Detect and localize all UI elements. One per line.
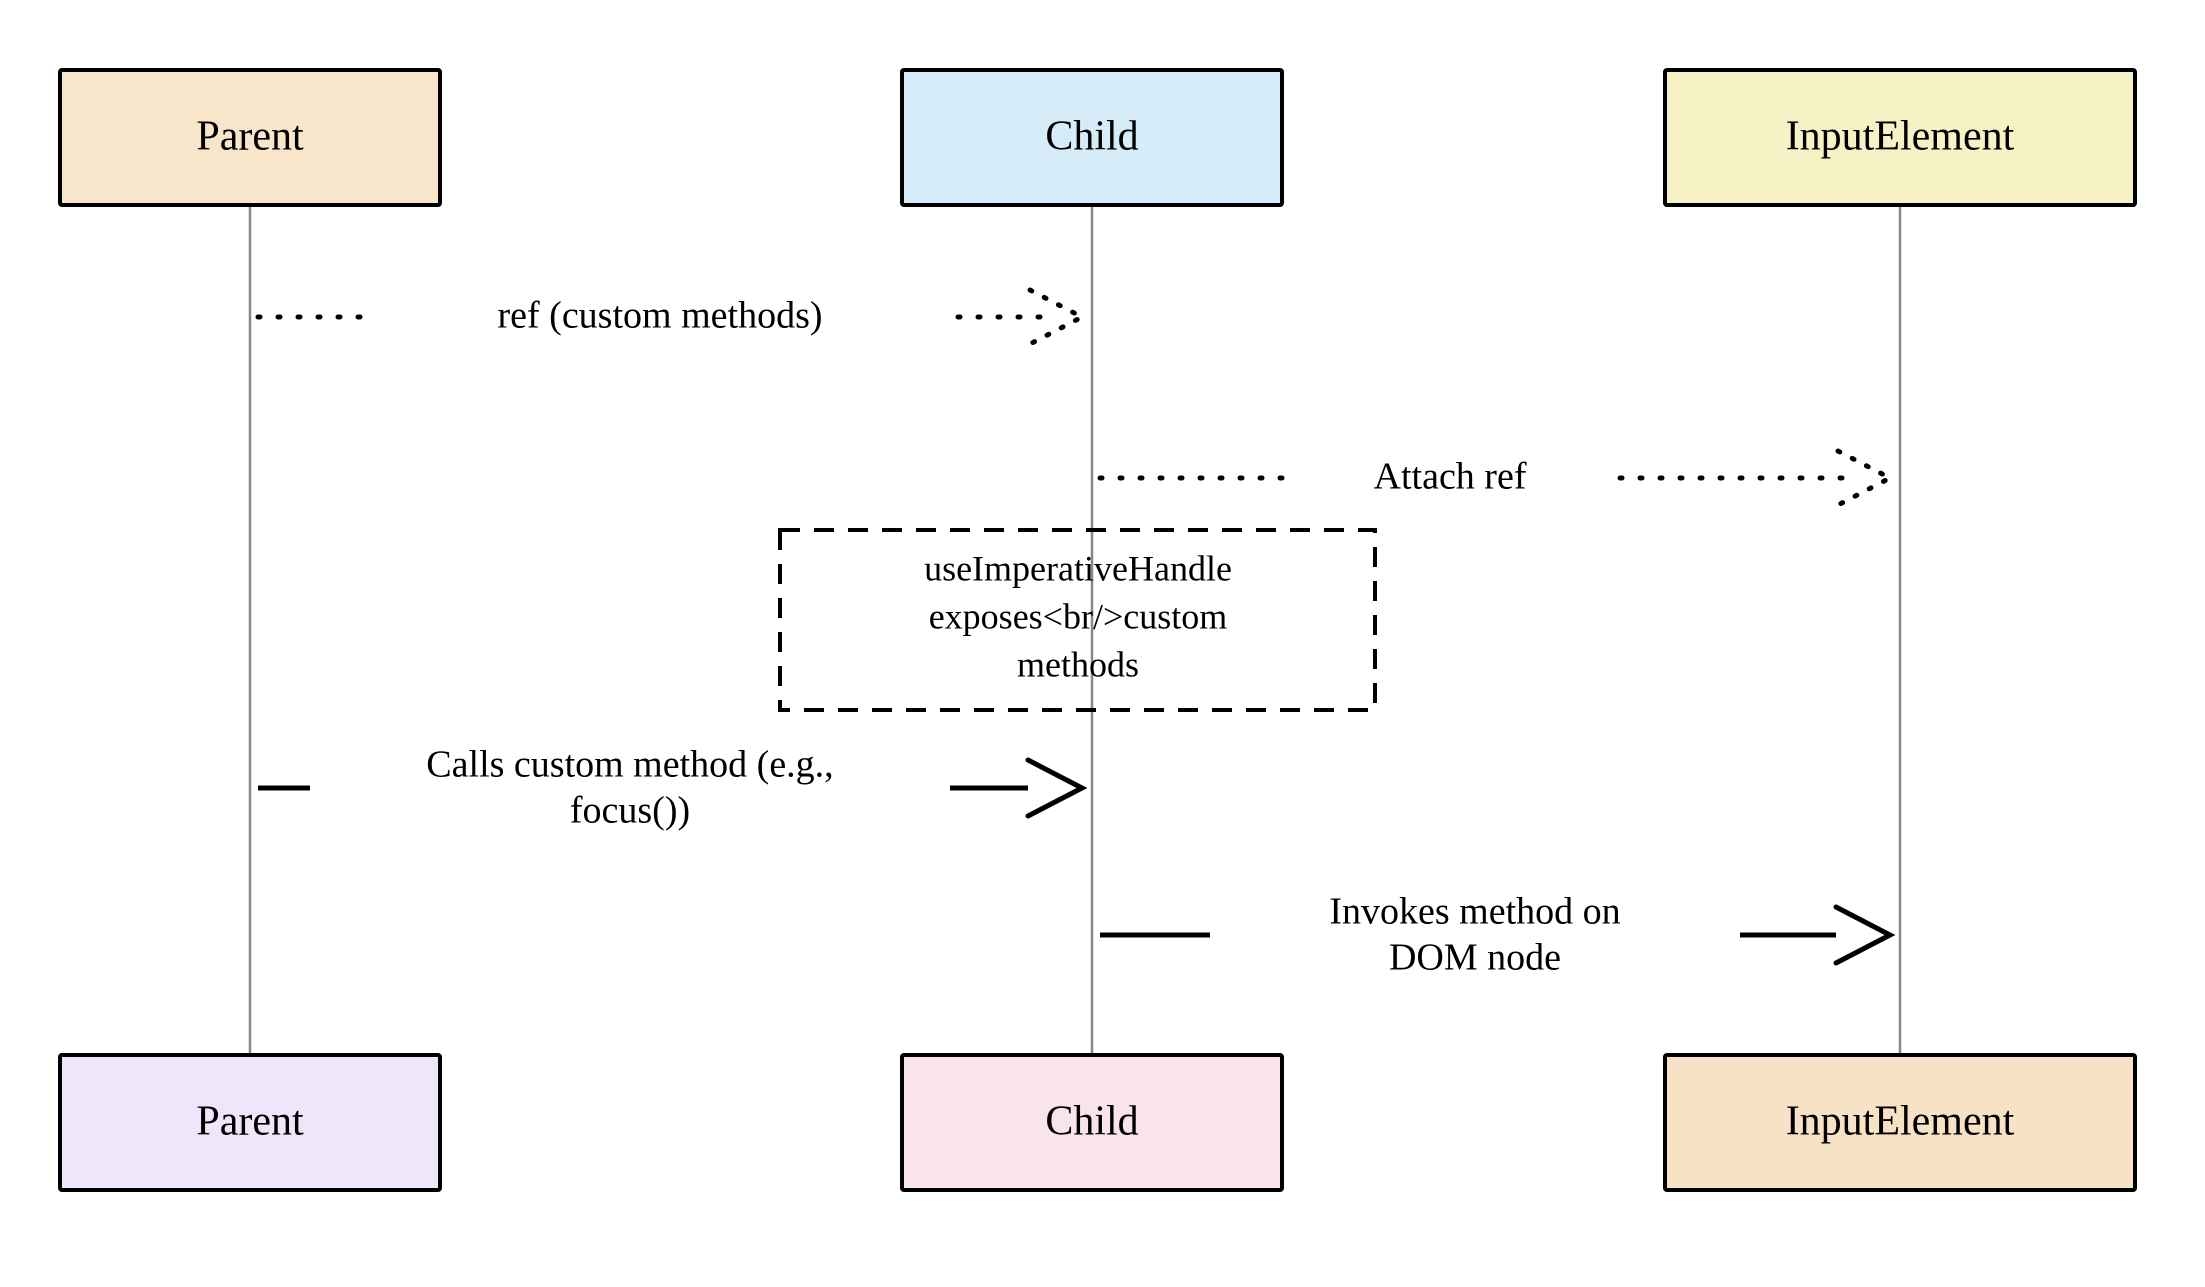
sequence-diagram: Parent Child InputElement ref (custom me… — [0, 0, 2205, 1287]
message-3-label-line1: Calls custom method (e.g., — [426, 744, 833, 786]
actor-child-top: Child — [902, 70, 1282, 205]
message-attach-ref: Attach ref — [1100, 451, 1890, 505]
message-invokes-method: Invokes method on DOM node — [1100, 887, 1890, 983]
actor-inputelement-top: InputElement — [1665, 70, 2135, 205]
actor-parent-bottom: Parent — [60, 1055, 440, 1190]
actor-child-label-top: Child — [1045, 114, 1138, 160]
message-1-label: ref (custom methods) — [497, 295, 822, 337]
message-2-label: Attach ref — [1374, 456, 1527, 498]
message-4-label-line1: Invokes method on — [1329, 891, 1620, 933]
message-4-label-line2: DOM node — [1389, 937, 1561, 979]
message-3-label-line2: focus()) — [570, 790, 690, 832]
actor-parent-top: Parent — [60, 70, 440, 205]
note-line-2: exposes<br/>custom — [929, 596, 1228, 636]
message-calls-custom-method: Calls custom method (e.g., focus()) — [258, 740, 1082, 836]
actor-inputelement-bottom: InputElement — [1665, 1055, 2135, 1190]
actor-inputelement-label-top: InputElement — [1786, 114, 2015, 160]
note-line-1: useImperativeHandle — [924, 548, 1232, 588]
message-ref-custom-methods: ref (custom methods) — [258, 290, 1082, 344]
actor-inputelement-label-bottom: InputElement — [1786, 1099, 2015, 1145]
actor-parent-label-bottom: Parent — [196, 1099, 304, 1145]
actor-parent-label-top: Parent — [196, 114, 304, 160]
note-line-3: methods — [1017, 644, 1139, 684]
actor-child-bottom: Child — [902, 1055, 1282, 1190]
actor-child-label-bottom: Child — [1045, 1099, 1138, 1145]
note-useimperativehandle: useImperativeHandle exposes<br/>custom m… — [780, 530, 1375, 710]
